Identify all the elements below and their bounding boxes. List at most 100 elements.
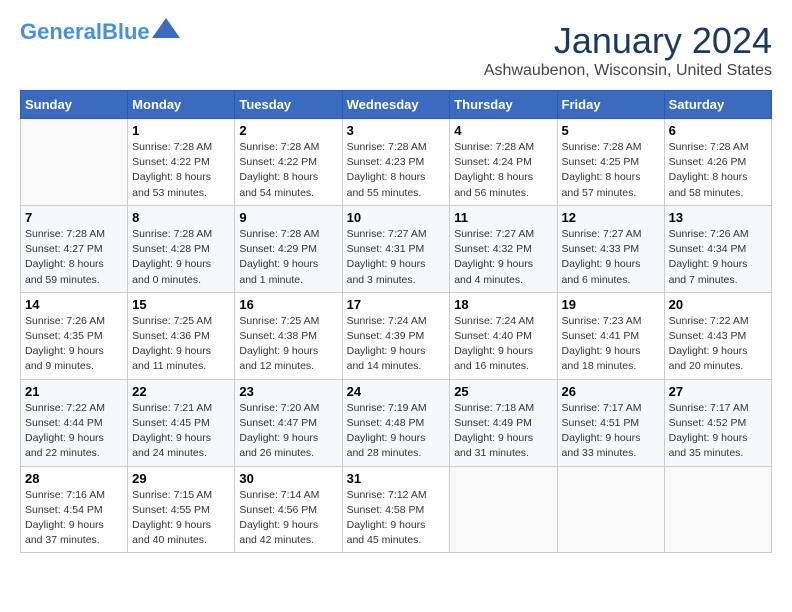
day-number: 15 [132, 297, 230, 312]
day-info: Sunrise: 7:22 AMSunset: 4:43 PMDaylight:… [669, 314, 767, 375]
calendar-day-cell: 23Sunrise: 7:20 AMSunset: 4:47 PMDayligh… [235, 379, 342, 466]
day-info: Sunrise: 7:24 AMSunset: 4:40 PMDaylight:… [454, 314, 552, 375]
day-info: Sunrise: 7:28 AMSunset: 4:29 PMDaylight:… [239, 227, 337, 288]
page-header: GeneralBlue January 2024 Ashwaubenon, Wi… [20, 20, 772, 80]
calendar-day-cell: 9 Sunrise: 7:28 AMSunset: 4:29 PMDaylight… [235, 205, 342, 292]
day-info: Sunrise: 7:28 AMSunset: 4:25 PMDaylight:… [562, 140, 660, 201]
logo-icon [152, 18, 180, 38]
calendar-week-row: 1Sunrise: 7:28 AMSunset: 4:22 PMDaylight… [21, 119, 772, 206]
day-info: Sunrise: 7:26 AMSunset: 4:34 PMDaylight:… [669, 227, 767, 288]
calendar-day-cell: 28 Sunrise: 7:16 AMSunset: 4:54 PMDayligh… [21, 466, 128, 553]
weekday-header-cell: Tuesday [235, 91, 342, 119]
calendar-day-cell: 30 Sunrise: 7:14 AMSunset: 4:56 PMDayligh… [235, 466, 342, 553]
day-number: 20 [669, 297, 767, 312]
calendar-day-cell: 3Sunrise: 7:28 AMSunset: 4:23 PMDaylight… [342, 119, 450, 206]
calendar-day-cell: 8 Sunrise: 7:28 AMSunset: 4:28 PMDaylight… [128, 205, 235, 292]
day-number: 7 [25, 210, 123, 225]
day-info: Sunrise: 7:25 AMSunset: 4:36 PMDaylight:… [132, 314, 230, 375]
day-info: Sunrise: 7:21 AMSunset: 4:45 PMDaylight:… [132, 401, 230, 462]
calendar-day-cell: 22 Sunrise: 7:21 AMSunset: 4:45 PMDayligh… [128, 379, 235, 466]
weekday-header-cell: Monday [128, 91, 235, 119]
day-info: Sunrise: 7:19 AMSunset: 4:48 PMDaylight:… [347, 401, 446, 462]
day-number: 18 [454, 297, 552, 312]
day-info: Sunrise: 7:26 AMSunset: 4:35 PMDaylight:… [25, 314, 123, 375]
month-title: January 2024 [484, 20, 772, 62]
calendar-day-cell: 24 Sunrise: 7:19 AMSunset: 4:48 PMDayligh… [342, 379, 450, 466]
calendar-day-cell: 26Sunrise: 7:17 AMSunset: 4:51 PMDayligh… [557, 379, 664, 466]
day-info: Sunrise: 7:23 AMSunset: 4:41 PMDaylight:… [562, 314, 660, 375]
calendar-day-cell: 5 Sunrise: 7:28 AMSunset: 4:25 PMDaylight… [557, 119, 664, 206]
day-number: 31 [347, 471, 446, 486]
day-info: Sunrise: 7:16 AMSunset: 4:54 PMDaylight:… [25, 488, 123, 549]
day-number: 25 [454, 384, 552, 399]
weekday-header-cell: Thursday [450, 91, 557, 119]
calendar-day-cell: 13 Sunrise: 7:26 AMSunset: 4:34 PMDayligh… [664, 205, 771, 292]
day-info: Sunrise: 7:28 AMSunset: 4:27 PMDaylight:… [25, 227, 123, 288]
calendar-day-cell: 6Sunrise: 7:28 AMSunset: 4:26 PMDaylight… [664, 119, 771, 206]
day-info: Sunrise: 7:17 AMSunset: 4:52 PMDaylight:… [669, 401, 767, 462]
day-info: Sunrise: 7:18 AMSunset: 4:49 PMDaylight:… [454, 401, 552, 462]
day-number: 23 [239, 384, 337, 399]
day-number: 21 [25, 384, 123, 399]
day-info: Sunrise: 7:12 AMSunset: 4:58 PMDaylight:… [347, 488, 446, 549]
day-info: Sunrise: 7:15 AMSunset: 4:55 PMDaylight:… [132, 488, 230, 549]
calendar-day-cell: 14 Sunrise: 7:26 AMSunset: 4:35 PMDayligh… [21, 292, 128, 379]
day-number: 22 [132, 384, 230, 399]
weekday-header-cell: Sunday [21, 91, 128, 119]
calendar-week-row: 28 Sunrise: 7:16 AMSunset: 4:54 PMDayligh… [21, 466, 772, 553]
weekday-header-cell: Friday [557, 91, 664, 119]
day-info: Sunrise: 7:28 AMSunset: 4:28 PMDaylight:… [132, 227, 230, 288]
calendar-day-cell: 1Sunrise: 7:28 AMSunset: 4:22 PMDaylight… [128, 119, 235, 206]
calendar-day-cell: 29Sunrise: 7:15 AMSunset: 4:55 PMDayligh… [128, 466, 235, 553]
day-info: Sunrise: 7:28 AMSunset: 4:24 PMDaylight:… [454, 140, 552, 201]
calendar-day-cell [557, 466, 664, 553]
calendar-day-cell: 19Sunrise: 7:23 AMSunset: 4:41 PMDayligh… [557, 292, 664, 379]
day-number: 13 [669, 210, 767, 225]
weekday-header-row: SundayMondayTuesdayWednesdayThursdayFrid… [21, 91, 772, 119]
calendar-day-cell [664, 466, 771, 553]
calendar-body: 1Sunrise: 7:28 AMSunset: 4:22 PMDaylight… [21, 119, 772, 553]
day-info: Sunrise: 7:28 AMSunset: 4:23 PMDaylight:… [347, 140, 446, 201]
calendar-day-cell: 15 Sunrise: 7:25 AMSunset: 4:36 PMDayligh… [128, 292, 235, 379]
calendar-day-cell: 16 Sunrise: 7:25 AMSunset: 4:38 PMDayligh… [235, 292, 342, 379]
weekday-header-cell: Saturday [664, 91, 771, 119]
day-info: Sunrise: 7:14 AMSunset: 4:56 PMDaylight:… [239, 488, 337, 549]
day-number: 27 [669, 384, 767, 399]
day-info: Sunrise: 7:27 AMSunset: 4:32 PMDaylight:… [454, 227, 552, 288]
day-number: 28 [25, 471, 123, 486]
day-number: 30 [239, 471, 337, 486]
calendar-day-cell [450, 466, 557, 553]
calendar-day-cell: 17Sunrise: 7:24 AMSunset: 4:39 PMDayligh… [342, 292, 450, 379]
calendar-day-cell: 20 Sunrise: 7:22 AMSunset: 4:43 PMDayligh… [664, 292, 771, 379]
calendar-day-cell: 21 Sunrise: 7:22 AMSunset: 4:44 PMDayligh… [21, 379, 128, 466]
day-number: 14 [25, 297, 123, 312]
day-number: 12 [562, 210, 660, 225]
calendar-day-cell: 10Sunrise: 7:27 AMSunset: 4:31 PMDayligh… [342, 205, 450, 292]
calendar-day-cell: 2 Sunrise: 7:28 AMSunset: 4:22 PMDaylight… [235, 119, 342, 206]
day-info: Sunrise: 7:17 AMSunset: 4:51 PMDaylight:… [562, 401, 660, 462]
calendar-day-cell: 7 Sunrise: 7:28 AMSunset: 4:27 PMDaylight… [21, 205, 128, 292]
calendar-day-cell: 4Sunrise: 7:28 AMSunset: 4:24 PMDaylight… [450, 119, 557, 206]
calendar-day-cell: 31 Sunrise: 7:12 AMSunset: 4:58 PMDayligh… [342, 466, 450, 553]
calendar-day-cell: 18 Sunrise: 7:24 AMSunset: 4:40 PMDayligh… [450, 292, 557, 379]
day-number: 24 [347, 384, 446, 399]
location-text: Ashwaubenon, Wisconsin, United States [484, 62, 772, 80]
day-info: Sunrise: 7:22 AMSunset: 4:44 PMDaylight:… [25, 401, 123, 462]
day-number: 8 [132, 210, 230, 225]
day-info: Sunrise: 7:28 AMSunset: 4:22 PMDaylight:… [239, 140, 337, 201]
day-info: Sunrise: 7:27 AMSunset: 4:31 PMDaylight:… [347, 227, 446, 288]
day-info: Sunrise: 7:25 AMSunset: 4:38 PMDaylight:… [239, 314, 337, 375]
day-number: 11 [454, 210, 552, 225]
day-info: Sunrise: 7:27 AMSunset: 4:33 PMDaylight:… [562, 227, 660, 288]
day-number: 5 [562, 123, 660, 138]
calendar-week-row: 7 Sunrise: 7:28 AMSunset: 4:27 PMDaylight… [21, 205, 772, 292]
day-number: 16 [239, 297, 337, 312]
day-number: 2 [239, 123, 337, 138]
logo-text: GeneralBlue [20, 20, 150, 44]
calendar-day-cell: 25 Sunrise: 7:18 AMSunset: 4:49 PMDayligh… [450, 379, 557, 466]
weekday-header-cell: Wednesday [342, 91, 450, 119]
calendar-day-cell: 27 Sunrise: 7:17 AMSunset: 4:52 PMDayligh… [664, 379, 771, 466]
calendar-day-cell [21, 119, 128, 206]
calendar-day-cell: 11 Sunrise: 7:27 AMSunset: 4:32 PMDayligh… [450, 205, 557, 292]
day-number: 9 [239, 210, 337, 225]
